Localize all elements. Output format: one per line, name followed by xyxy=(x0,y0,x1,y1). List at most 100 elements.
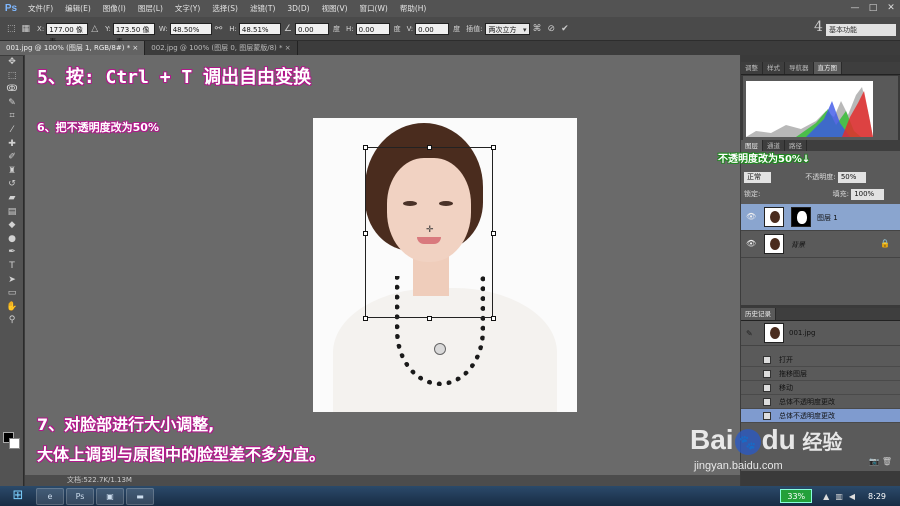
tab-history[interactable]: 历史记录 xyxy=(741,308,776,320)
quick-select-tool-icon[interactable]: ✎ xyxy=(0,97,24,111)
camera-icon[interactable]: 📷 xyxy=(869,457,879,466)
minimize-button[interactable]: — xyxy=(846,0,864,17)
history-opacity-icon xyxy=(763,398,771,406)
y-field[interactable]: 173.50 像素 xyxy=(112,22,155,46)
menu-3d[interactable]: 3D(D) xyxy=(281,0,315,17)
link-icon[interactable]: ⚯ xyxy=(215,24,223,34)
transform-handle-top-right[interactable] xyxy=(491,145,496,150)
tab-adjustments[interactable]: 调整 xyxy=(741,62,763,74)
transform-handle-top-left[interactable] xyxy=(363,145,368,150)
background-color-swatch[interactable] xyxy=(9,438,20,449)
y-label: Y: xyxy=(105,24,111,33)
relative-position-icon[interactable]: △ xyxy=(91,24,98,34)
tab-histogram[interactable]: 直方图 xyxy=(813,62,842,74)
trash-icon[interactable]: 🗑 xyxy=(882,457,892,466)
network-icon[interactable]: ▥ xyxy=(835,492,843,501)
layer-row-background[interactable]: 👁 背景 🔒 xyxy=(741,231,900,258)
eyedropper-tool-icon[interactable]: ⁄ xyxy=(0,124,24,138)
fill-field[interactable]: 100% xyxy=(851,189,885,200)
transform-handle-left[interactable] xyxy=(363,231,368,236)
history-brush-tool-icon[interactable]: ↺ xyxy=(0,178,24,192)
v-skew-field[interactable]: 0.00 xyxy=(415,22,450,35)
cancel-transform-icon[interactable]: ⊘ xyxy=(548,24,556,34)
start-button-icon[interactable]: ⊞ xyxy=(0,486,36,506)
menu-filter[interactable]: 滤镜(T) xyxy=(244,0,281,17)
history-item[interactable]: 拖移图层 xyxy=(741,367,900,381)
reference-point-icon[interactable]: ▦ xyxy=(22,24,31,34)
canvas-area[interactable]: ✛ 5、按: Ctrl + T 调出自由变换 6、把不透明度改为50% 7、对脸… xyxy=(25,55,740,475)
blur-tool-icon[interactable]: ◆ xyxy=(0,219,24,233)
right-panels: 调整 样式 导航器 直方图 图层 通道 路径 正常 不透明度: 50% 锁定: … xyxy=(741,55,900,486)
x-field[interactable]: 177.00 像素 xyxy=(46,22,89,46)
blend-mode-select[interactable]: 正常 xyxy=(744,172,771,183)
menu-view[interactable]: 视图(V) xyxy=(316,0,354,17)
transform-handle-bottom-left[interactable] xyxy=(363,316,368,321)
marquee-tool-icon[interactable]: ⬚ xyxy=(0,70,24,84)
dodge-tool-icon[interactable]: ● xyxy=(0,233,24,247)
history-item-active[interactable]: 总体不透明度更改 xyxy=(741,409,900,423)
maximize-button[interactable]: □ xyxy=(864,0,882,17)
menu-image[interactable]: 图像(I) xyxy=(97,0,132,17)
transform-handle-right[interactable] xyxy=(491,231,496,236)
brush-tool-icon[interactable]: ✐ xyxy=(0,151,24,165)
volume-icon[interactable]: ◀ xyxy=(849,492,855,501)
layer-mask-thumbnail[interactable] xyxy=(791,207,811,227)
menu-help[interactable]: 帮助(H) xyxy=(394,0,433,17)
clock[interactable]: 8:29 xyxy=(868,492,886,501)
lasso-tool-icon[interactable]: ↂ xyxy=(0,83,24,97)
visibility-eye-icon[interactable]: 👁 xyxy=(746,212,756,221)
angle-field[interactable]: 0.00 xyxy=(294,22,329,35)
warp-icon[interactable]: ⌘ xyxy=(533,24,542,34)
history-snapshot[interactable]: ✎ 001.jpg xyxy=(741,321,900,346)
healing-tool-icon[interactable]: ✚ xyxy=(0,138,24,152)
zoom-tool-icon[interactable]: ⚲ xyxy=(0,314,24,328)
tray-icon[interactable]: ▲ xyxy=(823,492,829,501)
menu-file[interactable]: 文件(F) xyxy=(22,0,59,17)
workspace-select[interactable]: 基本功能 xyxy=(826,24,896,36)
move-tool-icon[interactable]: ✥ xyxy=(0,56,24,70)
path-select-tool-icon[interactable]: ➤ xyxy=(0,274,24,288)
menu-edit[interactable]: 编辑(E) xyxy=(59,0,97,17)
type-tool-icon[interactable]: T xyxy=(0,260,24,274)
height-field[interactable]: 48.51% xyxy=(238,22,281,35)
close-button[interactable]: ✕ xyxy=(882,0,900,17)
transform-handle-bottom[interactable] xyxy=(427,316,432,321)
color-swatches[interactable] xyxy=(3,432,21,450)
h-skew-field[interactable]: 0.00 xyxy=(355,22,390,35)
tab-002[interactable]: 002.jpg @ 100% (图层 0, 图层蒙版/8) * × xyxy=(145,41,298,55)
width-field[interactable]: 48.50% xyxy=(169,22,212,35)
menu-layer[interactable]: 图层(L) xyxy=(132,0,169,17)
opacity-field[interactable]: 50% xyxy=(837,172,867,183)
h-skew-unit: 度 xyxy=(393,24,401,33)
menu-type[interactable]: 文字(Y) xyxy=(169,0,206,17)
crop-tool-icon[interactable]: ⌗ xyxy=(0,110,24,124)
menu-select[interactable]: 选择(S) xyxy=(206,0,244,17)
cpu-meter[interactable]: 33% xyxy=(780,489,813,503)
brush-source-icon[interactable]: ✎ xyxy=(746,329,753,338)
tab-styles[interactable]: 样式 xyxy=(763,62,785,74)
visibility-eye-icon[interactable]: 👁 xyxy=(746,239,756,248)
tab-001[interactable]: 001.jpg @ 100% (图层 1, RGB/8#) * × xyxy=(0,41,146,55)
eraser-tool-icon[interactable]: ▰ xyxy=(0,192,24,206)
browser-taskbar-icon[interactable]: e xyxy=(36,487,64,505)
shape-tool-icon[interactable]: ▭ xyxy=(0,287,24,301)
reference-point-icon[interactable]: ✛ xyxy=(426,225,434,235)
history-item[interactable]: 总体不透明度更改 xyxy=(741,395,900,409)
commit-transform-icon[interactable]: ✔ xyxy=(561,24,569,34)
menu-window[interactable]: 窗口(W) xyxy=(354,0,394,17)
tab-navigator[interactable]: 导航器 xyxy=(785,62,814,74)
folder-taskbar-icon[interactable]: ▬ xyxy=(126,487,154,505)
pen-tool-icon[interactable]: ✒ xyxy=(0,246,24,260)
hand-tool-icon[interactable]: ✋ xyxy=(0,301,24,315)
interpolation-select[interactable]: 两次立方 xyxy=(484,22,530,36)
history-item[interactable]: 打开 xyxy=(741,353,900,367)
stamp-tool-icon[interactable]: ♜ xyxy=(0,165,24,179)
layer-row-1[interactable]: 👁 图层 1 xyxy=(741,204,900,231)
app-taskbar-icon[interactable]: ▣ xyxy=(96,487,124,505)
h-label: H: xyxy=(229,24,237,33)
gradient-tool-icon[interactable]: ▤ xyxy=(0,206,24,220)
transform-handle-top[interactable] xyxy=(427,145,432,150)
transform-handle-bottom-right[interactable] xyxy=(491,316,496,321)
photoshop-taskbar-icon[interactable]: Ps xyxy=(66,487,94,505)
history-item[interactable]: 移动 xyxy=(741,381,900,395)
